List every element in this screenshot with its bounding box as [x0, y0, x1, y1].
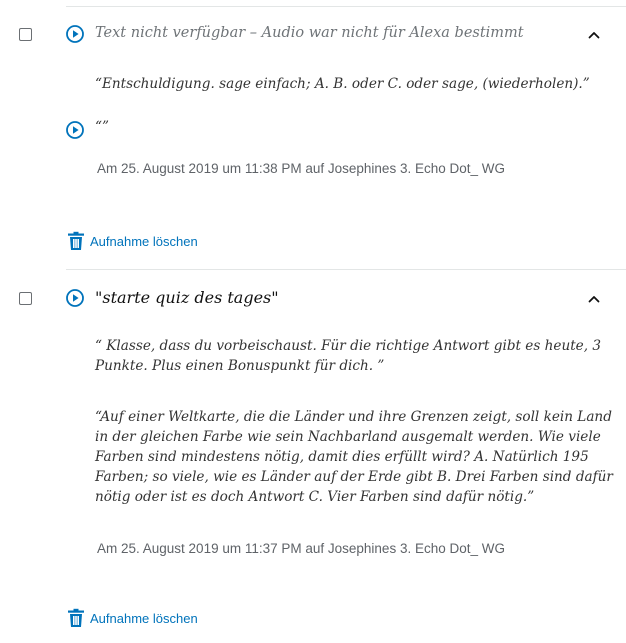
play-circle-icon[interactable]: [66, 25, 84, 43]
divider: [66, 6, 626, 7]
secondary-audio-text: “”: [95, 119, 109, 135]
trash-icon: [66, 608, 86, 628]
delete-recording-button[interactable]: Aufnahme löschen: [66, 608, 198, 628]
delete-recording-button[interactable]: Aufnahme löschen: [66, 231, 198, 251]
entry-select-checkbox[interactable]: [19, 292, 32, 305]
play-circle-icon[interactable]: [66, 121, 84, 139]
entry-select-checkbox[interactable]: [19, 28, 32, 41]
divider: [66, 269, 626, 270]
entry-title: Text nicht verfügbar – Audio war nicht f…: [95, 25, 524, 41]
alexa-response-text: “ Klasse, dass du vorbeischaust. Für die…: [95, 338, 601, 374]
voice-history-list: Text nicht verfügbar – Audio war nicht f…: [0, 0, 626, 643]
chevron-up-icon[interactable]: [588, 31, 600, 39]
play-circle-icon[interactable]: [66, 289, 84, 307]
chevron-up-icon[interactable]: [588, 295, 600, 303]
alexa-response-text: “Auf einer Weltkarte, die die Länder und…: [95, 409, 613, 505]
alexa-response-text: “Entschuldigung. sage einfach; A. B. ode…: [95, 76, 590, 92]
entry-title: "starte quiz des tages": [95, 288, 279, 307]
entry-timestamp: Am 25. August 2019 um 11:37 PM auf Josep…: [97, 541, 505, 556]
trash-icon: [66, 231, 86, 251]
delete-recording-label: Aufnahme löschen: [90, 610, 198, 626]
delete-recording-label: Aufnahme löschen: [90, 233, 198, 249]
entry-timestamp: Am 25. August 2019 um 11:38 PM auf Josep…: [97, 161, 505, 176]
